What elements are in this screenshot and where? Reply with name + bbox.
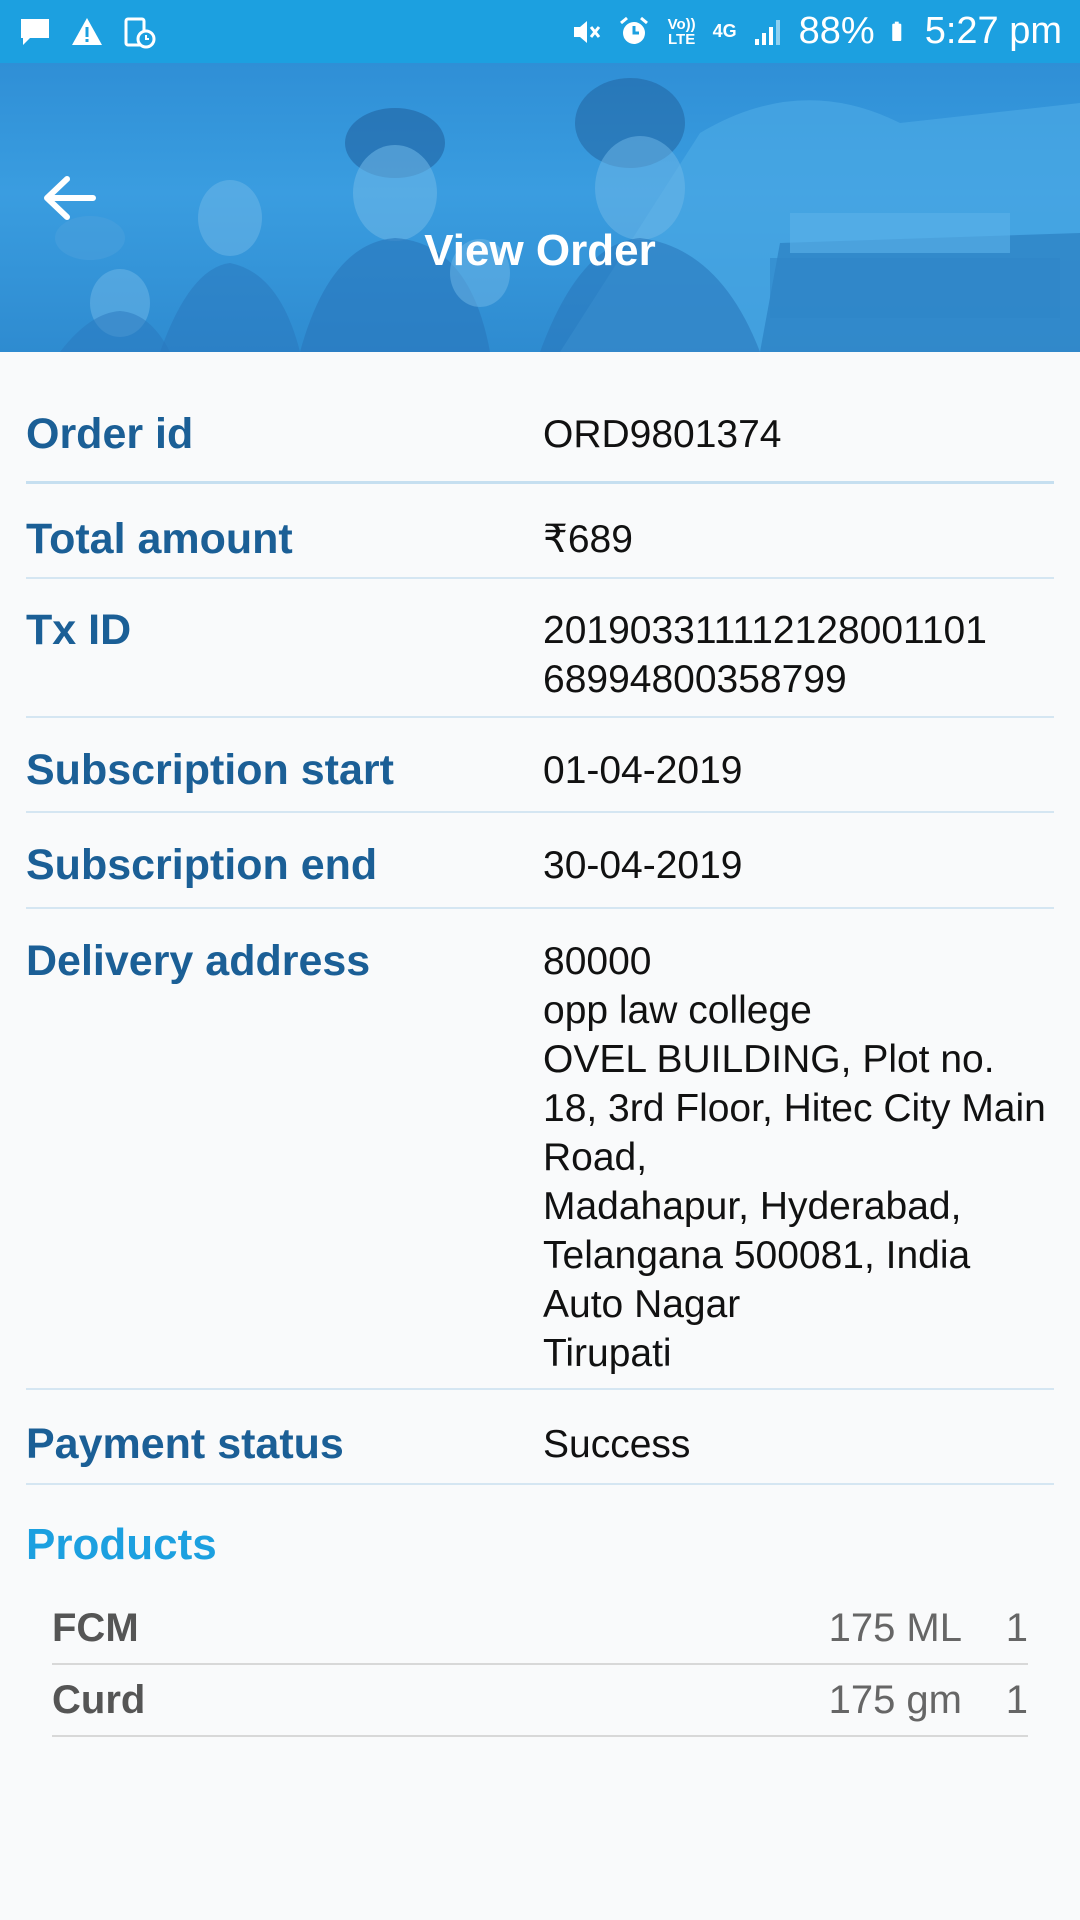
delivery-address-value: 80000 opp law college OVEL BUILDING, Plo… — [543, 940, 1046, 1375]
subscription-end-label: Subscription end — [26, 841, 378, 889]
total-amount-value: ₹689 — [543, 518, 633, 561]
status-right-icons: Vo)) LTE 4G 88% 5:27 pm — [569, 10, 1062, 53]
product-quantity: 175 gm — [828, 1677, 962, 1722]
status-left-icons — [18, 15, 156, 49]
product-name: Curd — [52, 1677, 146, 1722]
back-button[interactable] — [34, 163, 104, 233]
row-delivery-address: Delivery address 80000 opp law college O… — [26, 909, 1054, 1390]
subscription-end-value: 30-04-2019 — [543, 844, 743, 887]
banner-illustration — [55, 78, 1080, 352]
subscription-start-label: Subscription start — [26, 746, 394, 794]
product-name: FCM — [52, 1605, 139, 1650]
header-banner: View Order — [0, 63, 1080, 352]
list-item: FCM 175 ML 1 — [52, 1593, 1028, 1665]
row-payment-status: Payment status Success — [26, 1390, 1054, 1485]
order-details: Order id ORD9801374 Total amount ₹689 Tx… — [26, 352, 1054, 1485]
battery-icon — [891, 21, 901, 41]
volte-icon: Vo)) LTE — [667, 15, 696, 48]
warning-icon — [72, 17, 102, 45]
products-list: FCM 175 ML 1 Curd 175 gm 1 — [52, 1593, 1028, 1737]
order-id-label: Order id — [26, 410, 194, 458]
row-subscription-start: Subscription start 01-04-2019 — [26, 718, 1054, 813]
status-bar: Vo)) LTE 4G 88% 5:27 pm — [0, 0, 1080, 63]
tx-id-label: Tx ID — [26, 606, 132, 654]
message-icon — [21, 18, 49, 45]
payment-status-label: Payment status — [26, 1420, 344, 1468]
product-quantity: 175 ML — [828, 1605, 962, 1650]
clock-badge-icon — [124, 17, 156, 48]
4g-icon: 4G — [712, 21, 737, 41]
order-id-value: ORD9801374 — [543, 413, 782, 456]
row-order-id: Order id ORD9801374 — [26, 352, 1054, 484]
row-tx-id: Tx ID 201903311112128001101 689948003587… — [26, 579, 1054, 718]
page-title: View Order — [424, 226, 656, 275]
row-total-amount: Total amount ₹689 — [26, 484, 1054, 579]
alarm-icon — [619, 16, 648, 44]
arrow-left-icon — [44, 176, 96, 220]
product-count: 1 — [1005, 1677, 1028, 1722]
payment-status-value: Success — [543, 1423, 691, 1466]
delivery-address-label: Delivery address — [26, 937, 371, 985]
tx-id-value: 201903311112128001101 68994800358799 — [543, 609, 987, 701]
battery-percent: 88% — [798, 10, 875, 52]
signal-icon — [754, 19, 780, 45]
mute-icon — [573, 20, 600, 43]
list-item: Curd 175 gm 1 — [52, 1665, 1028, 1737]
product-count: 1 — [1005, 1605, 1028, 1650]
row-subscription-end: Subscription end 30-04-2019 — [26, 813, 1054, 909]
clock-time: 5:27 pm — [924, 10, 1062, 52]
products-title: Products — [26, 1520, 217, 1569]
subscription-start-value: 01-04-2019 — [543, 749, 743, 792]
total-amount-label: Total amount — [26, 515, 293, 563]
